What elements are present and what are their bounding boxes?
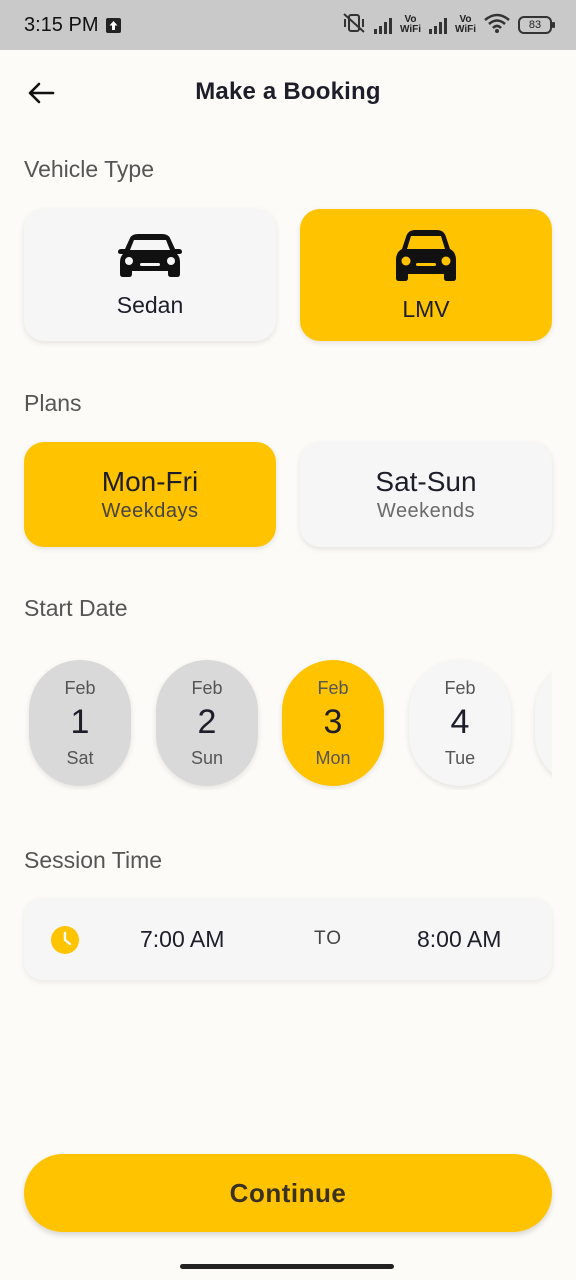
date-day: 2 (197, 702, 217, 741)
header: Make a Booking (0, 50, 576, 134)
clock-icon (51, 926, 79, 954)
date-month: Feb (64, 677, 96, 698)
date-weekday: Mon (315, 747, 351, 768)
status-time: 3:15 PM (24, 13, 99, 36)
vehicle-option-label: LMV (402, 295, 450, 322)
page-title: Make a Booking (195, 78, 381, 105)
continue-button[interactable]: Continue (24, 1154, 552, 1232)
battery-level: 83 (528, 19, 542, 31)
plan-title: Mon-Fri (101, 466, 199, 497)
back-button[interactable] (26, 78, 56, 108)
plan-subtitle: Weekends (376, 500, 476, 522)
session-time-card: 7:00 AM TO 8:00 AM (24, 898, 552, 980)
date-option[interactable]: Feb 4 Tue (409, 660, 511, 786)
signal-icon-2 (428, 16, 447, 34)
battery-icon: 83 (518, 16, 555, 34)
start-date-label: Start Date (24, 595, 128, 621)
signal-icon-1 (373, 16, 392, 34)
car-icon (396, 229, 456, 281)
date-month: Feb (191, 677, 223, 698)
mute-vibrate-icon (342, 12, 366, 39)
date-option-selected[interactable]: Feb 3 Mon (282, 660, 384, 786)
plan-subtitle: Weekdays (101, 500, 199, 522)
plan-option-weekends[interactable]: Sat-Sun Weekends (300, 442, 552, 547)
date-month: Feb (444, 677, 476, 698)
date-option[interactable]: Feb 2 Sun (156, 660, 258, 786)
vehicle-option-lmv[interactable]: LMV (300, 209, 552, 341)
session-to-label: TO (314, 928, 343, 949)
session-start-time[interactable]: 7:00 AM (140, 926, 224, 953)
date-weekday: Tue (444, 747, 476, 768)
date-weekday: Sun (190, 747, 224, 768)
date-picker-row[interactable]: Feb 1 Sat Feb 2 Sun Feb 3 Mon Feb 4 Tue (0, 658, 552, 790)
date-month: Feb (317, 677, 349, 698)
date-weekday: Sat (66, 747, 94, 768)
date-option[interactable]: Feb 1 Sat (29, 660, 131, 786)
plan-title: Sat-Sun (375, 466, 477, 497)
arrow-left-icon (28, 82, 55, 104)
vowifi-label-2: Vo WiFi (454, 14, 476, 35)
upload-icon (106, 17, 122, 33)
date-option-partial[interactable] (535, 660, 552, 786)
car-icon (118, 233, 182, 277)
plan-option-weekdays[interactable]: Mon-Fri Weekdays (24, 442, 276, 547)
wifi-icon (484, 13, 510, 38)
session-time-label: Session Time (24, 847, 163, 873)
date-day: 4 (450, 702, 470, 741)
date-day: 3 (323, 702, 343, 741)
vehicle-type-label: Vehicle Type (24, 156, 155, 182)
home-indicator[interactable] (180, 1264, 394, 1269)
vehicle-option-label: Sedan (116, 291, 184, 318)
vehicle-option-sedan[interactable]: Sedan (24, 209, 276, 341)
vowifi-label-1: Vo WiFi (399, 14, 421, 35)
status-bar: 3:15 PM Vo WiFi Vo WiFi 83 (0, 0, 576, 50)
date-day: 1 (70, 702, 90, 741)
plans-label: Plans (24, 390, 82, 416)
session-end-time[interactable]: 8:00 AM (417, 926, 501, 953)
